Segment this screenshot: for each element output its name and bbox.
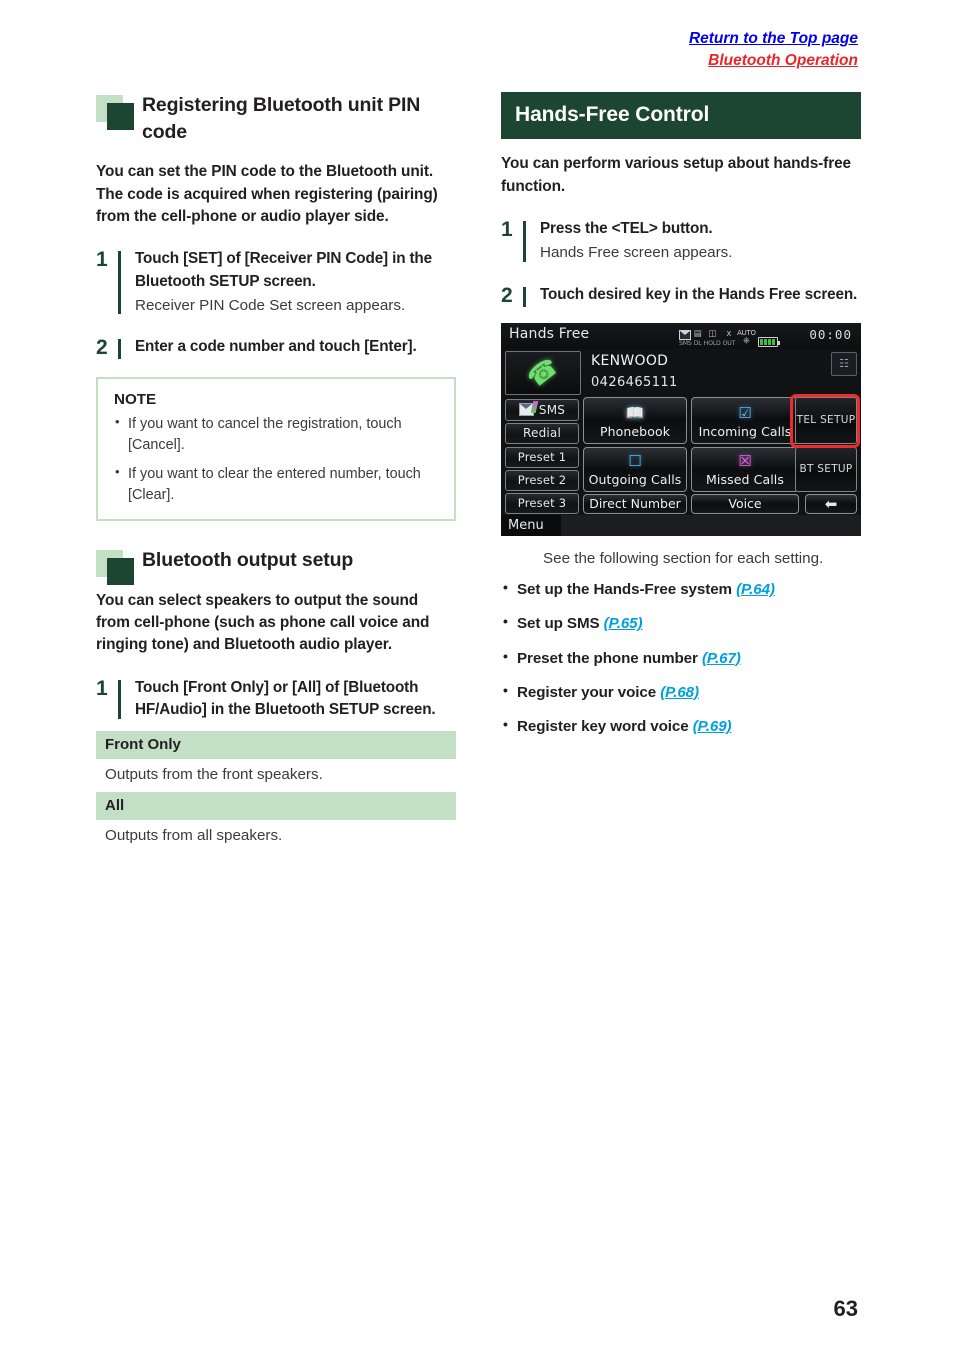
- step-number: 2: [96, 336, 108, 360]
- step-subtext: Hands Free screen appears.: [540, 244, 733, 262]
- auto-roam-status-icon: AUTO ⎈: [737, 328, 756, 346]
- device-key-incoming-calls[interactable]: ☑ Incoming Calls: [691, 396, 799, 444]
- output-setup-lead-paragraph: You can select speakers to output the so…: [96, 591, 430, 654]
- page-reference-link[interactable]: (P.64): [736, 581, 775, 598]
- hands-free-lead-paragraph: You can perform various setup about hand…: [501, 155, 852, 195]
- step-1-output: 1 Touch [Front Only] or [All] of [Blueto…: [96, 677, 456, 721]
- antenna-out-status-icon: x OUT: [722, 328, 736, 347]
- call-status-card: ☎: [505, 350, 581, 395]
- page-reference-link[interactable]: (P.65): [604, 615, 643, 632]
- step-2-pin: 2 Enter a code number and touch [Enter].: [96, 336, 456, 361]
- sms-icon: [518, 401, 539, 417]
- step-number: 1: [501, 218, 513, 242]
- heading-text: Bluetooth output setup: [142, 548, 354, 571]
- device-clock: 00:00: [809, 326, 852, 342]
- reference-label: Set up SMS: [517, 615, 600, 633]
- return-to-top-link[interactable]: Return to the Top page: [689, 28, 858, 50]
- heading-marker-front-icon: [107, 103, 134, 130]
- device-key-sms[interactable]: SMS: [505, 398, 579, 421]
- handset-icon: ☎: [521, 351, 565, 394]
- device-key-tel-setup[interactable]: TEL SETUP: [795, 396, 857, 444]
- option-desc-all: Outputs from all speakers.: [105, 826, 283, 844]
- device-key-voice[interactable]: Voice: [691, 493, 799, 514]
- reference-list: Set up the Hands-Free system (P.64) Set …: [501, 578, 861, 737]
- sms-status-icon: SMS: [679, 329, 692, 347]
- left-column: Registering Bluetooth unit PIN code You …: [96, 92, 456, 853]
- reference-item-preset-phone-number: Preset the phone number (P.67): [501, 647, 861, 669]
- top-navigation-links: Return to the Top page Bluetooth Operati…: [689, 28, 858, 73]
- section-heading-pin-code: Registering Bluetooth unit PIN code: [96, 92, 456, 145]
- step-number: 1: [96, 676, 108, 700]
- note-item: If you want to clear the entered number,…: [114, 463, 438, 505]
- heading-text: Registering Bluetooth unit PIN code: [142, 94, 421, 143]
- pin-code-lead-paragraph: You can set the PIN code to the Bluetoot…: [96, 163, 438, 225]
- reference-label: Register key word voice: [517, 718, 689, 736]
- step-1-pin: 1 Touch [SET] of [Receiver PIN Code] in …: [96, 248, 456, 316]
- phonebook-icon: 📖: [625, 403, 645, 422]
- outgoing-calls-icon: ☐: [628, 451, 642, 470]
- option-name-all: All: [96, 791, 456, 820]
- device-key-missed-calls[interactable]: ☒ Missed Calls: [691, 446, 799, 492]
- device-key-preset-2[interactable]: Preset 2: [505, 469, 579, 491]
- device-status-icons: SMS ▤ DL ◫ HOLD x OUT AUTO ⎈: [679, 325, 780, 347]
- reference-label: Preset the phone number: [517, 649, 698, 667]
- page-reference-link[interactable]: (P.67): [702, 650, 741, 667]
- device-key-phonebook[interactable]: 📖 Phonebook: [583, 396, 687, 444]
- device-key-bt-setup[interactable]: BT SETUP: [795, 446, 857, 492]
- device-key-redial[interactable]: Redial: [505, 422, 579, 444]
- device-screen-title: Hands Free: [509, 325, 590, 342]
- device-key-direct-number[interactable]: Direct Number: [583, 493, 687, 514]
- step-subtext: Receiver PIN Code Set screen appears.: [135, 296, 406, 314]
- note-item: If you want to cancel the registration, …: [114, 413, 438, 455]
- section-heading-output-setup: Bluetooth output setup: [96, 547, 456, 585]
- output-options-table: Front Only Outputs from the front speake…: [96, 730, 456, 853]
- step-title: Touch desired key in the Hands Free scre…: [540, 286, 858, 304]
- step-1-hands-free: 1 Press the <TEL> button. Hands Free scr…: [501, 218, 861, 264]
- note-box: NOTE If you want to cancel the registrat…: [96, 377, 456, 521]
- step-title: Touch [Front Only] or [All] of [Bluetoot…: [135, 678, 436, 718]
- hold-status-icon: ◫ HOLD: [703, 328, 721, 347]
- reference-item-register-key-word-voice: Register key word voice (P.69): [501, 715, 861, 737]
- right-column: Hands-Free Control You can perform vario…: [501, 92, 861, 750]
- step-2-hands-free: 2 Touch desired key in the Hands Free sc…: [501, 284, 861, 309]
- reference-item-hands-free-system: Set up the Hands-Free system (P.64): [501, 578, 861, 600]
- reference-intro-text: See the following section for each setti…: [543, 549, 824, 567]
- page-number: 63: [833, 1296, 858, 1321]
- hands-free-screen-screenshot: Hands Free SMS ▤ DL ◫ HOLD x OUT AUTO ⎈ …: [501, 322, 861, 536]
- signal-corner-icon[interactable]: ☷: [831, 351, 857, 376]
- incoming-calls-icon: ☑: [738, 403, 752, 422]
- device-key-preset-3[interactable]: Preset 3: [505, 492, 579, 514]
- connected-device-name: KENWOOD: [591, 352, 669, 369]
- reference-item-register-voice: Register your voice (P.68): [501, 681, 861, 703]
- bluetooth-operation-link[interactable]: Bluetooth Operation: [689, 50, 858, 72]
- device-key-outgoing-calls[interactable]: ☐ Outgoing Calls: [583, 446, 687, 492]
- reference-label: Set up the Hands-Free system: [517, 581, 732, 599]
- hands-free-control-heading: Hands-Free Control: [501, 92, 861, 140]
- step-number: 2: [501, 284, 513, 308]
- reference-label: Register your voice: [517, 683, 657, 701]
- note-title: NOTE: [114, 391, 157, 409]
- device-key-menu[interactable]: Menu: [501, 514, 561, 536]
- step-title: Enter a code number and touch [Enter].: [135, 338, 417, 356]
- phone-number-display: 0426465111: [591, 374, 678, 390]
- document-page: Return to the Top page Bluetooth Operati…: [0, 0, 954, 1354]
- option-name-front-only: Front Only: [96, 730, 456, 759]
- reference-item-sms: Set up SMS (P.65): [501, 612, 861, 634]
- device-key-back[interactable]: ⬅: [805, 493, 857, 514]
- page-reference-link[interactable]: (P.68): [660, 684, 699, 701]
- missed-calls-icon: ☒: [738, 451, 752, 470]
- heading-marker-front-icon: [107, 557, 134, 585]
- note-list: If you want to cancel the registration, …: [114, 413, 438, 505]
- page-reference-link[interactable]: (P.69): [693, 718, 732, 735]
- dl-status-icon: ▤ DL: [693, 328, 702, 347]
- step-title: Press the <TEL> button.: [540, 220, 713, 238]
- battery-status-icon: [757, 336, 780, 347]
- device-key-preset-1[interactable]: Preset 1: [505, 446, 579, 468]
- option-desc-front-only: Outputs from the front speakers.: [105, 765, 323, 783]
- step-title: Touch [SET] of [Receiver PIN Code] in th…: [135, 250, 432, 290]
- step-number: 1: [96, 248, 108, 272]
